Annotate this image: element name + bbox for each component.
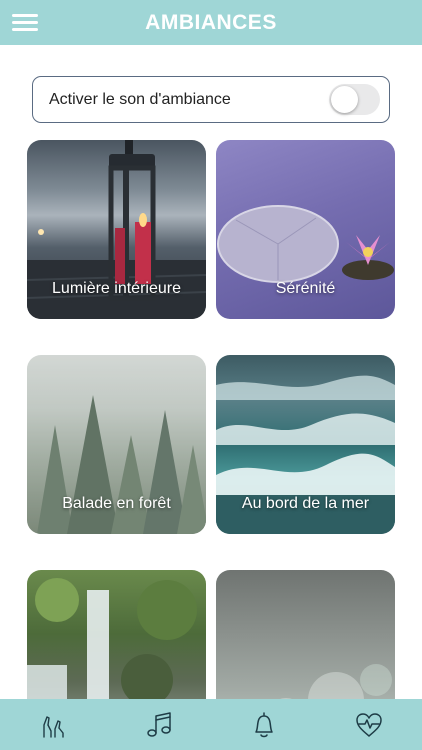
bell-icon[interactable] bbox=[249, 711, 279, 739]
bottom-tab-bar bbox=[0, 699, 422, 750]
ambient-sound-label: Activer le son d'ambiance bbox=[49, 91, 231, 108]
ambient-sound-setting: Activer le son d'ambiance bbox=[32, 76, 390, 123]
header-bar: AMBIANCES bbox=[0, 0, 422, 45]
music-note-icon[interactable] bbox=[144, 711, 174, 739]
ambiance-card-balade-en-foret[interactable]: Balade en forêt bbox=[27, 355, 206, 534]
app-screen: AMBIANCES Activer le son d'ambiance Lumi… bbox=[0, 0, 422, 750]
heart-pulse-icon[interactable] bbox=[354, 711, 384, 739]
ambiance-card-serenite[interactable]: Sérénité bbox=[216, 140, 395, 319]
hands-icon[interactable] bbox=[38, 711, 68, 739]
page-title: AMBIANCES bbox=[145, 11, 277, 34]
ambiance-card-au-bord-de-la-mer[interactable]: Au bord de la mer bbox=[216, 355, 395, 534]
ambiance-card-lumiere-interieure[interactable]: Lumière intérieure bbox=[27, 140, 206, 319]
card-label: Sérénité bbox=[275, 280, 336, 297]
ambient-sound-toggle[interactable] bbox=[329, 84, 380, 115]
card-label: Au bord de la mer bbox=[241, 495, 370, 512]
card-label: Lumière intérieure bbox=[52, 280, 181, 297]
toggle-knob bbox=[331, 86, 358, 113]
card-label: Balade en forêt bbox=[62, 495, 171, 512]
